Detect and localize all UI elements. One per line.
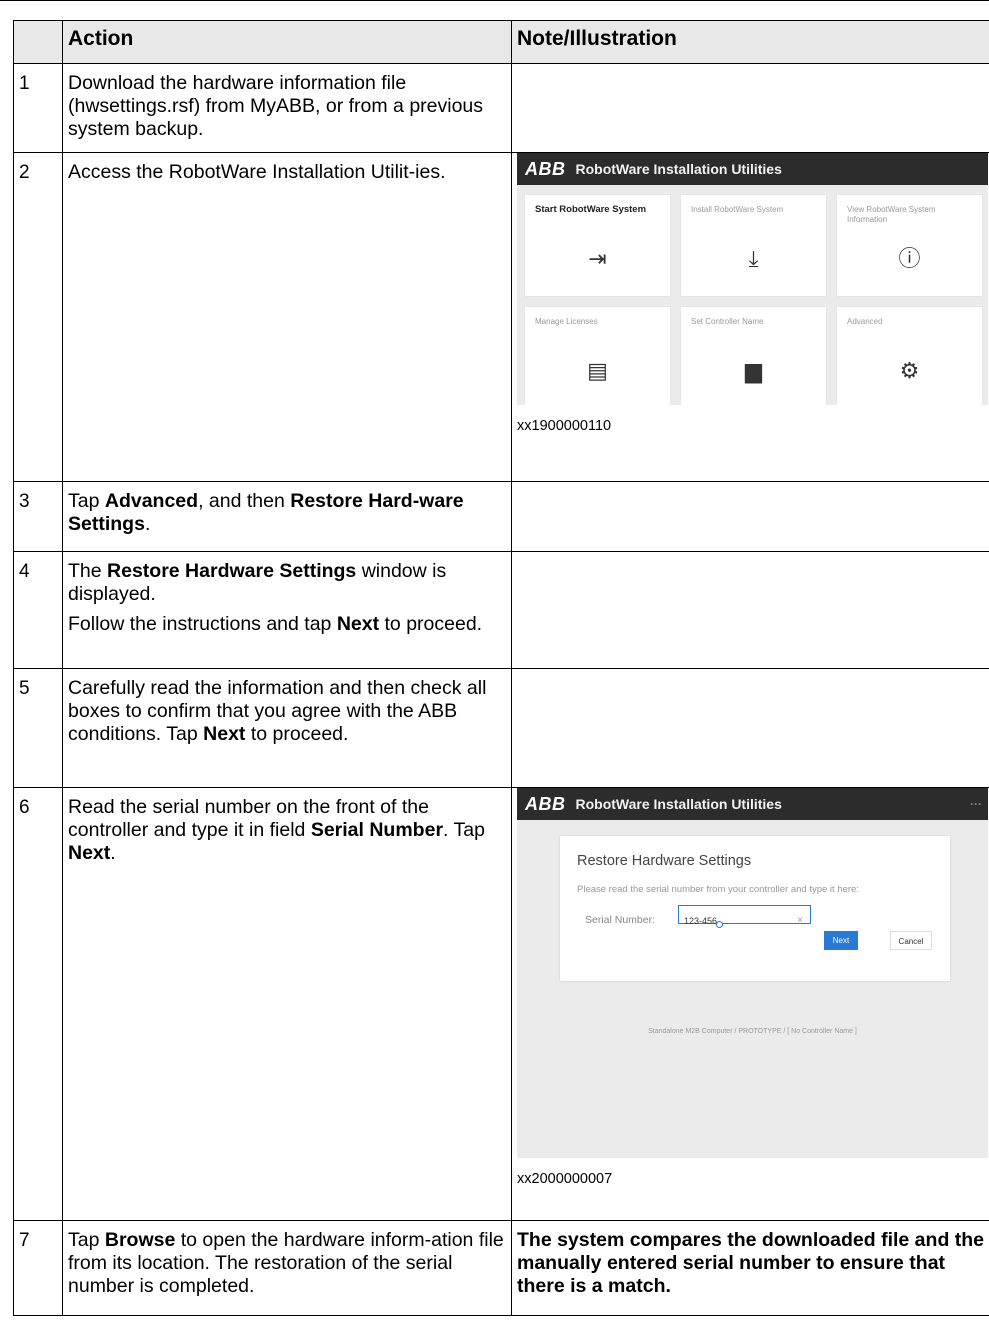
serial-number-field[interactable]: 123-456 × [678,905,811,928]
cancel-button[interactable]: Cancel [890,931,932,950]
top-rule [0,0,989,1]
step-note [511,551,989,669]
body-text: The [68,560,108,582]
step-number: 2 [13,152,63,482]
header-action: Action [62,20,512,64]
license-icon: ▤ [587,358,608,383]
dialog-backdrop: Restore Hardware Settings Please read th… [517,820,988,1158]
tile-install-robotware-system[interactable]: Install RobotWare System ⤓ [681,195,826,296]
download-icon: ⤓ [748,246,759,271]
emphasis-text: Restore Hardware Settings [107,560,357,582]
app-title-bar: ABB RobotWare Installation Utilities [517,153,988,185]
body-text: . [144,513,151,535]
step-note [511,668,989,788]
step-note: ABB RobotWare Installation Utilities ···… [511,787,989,1221]
table-row: 6 Read the serial number on the front of… [13,787,989,1221]
step-note [511,481,989,552]
emphasis-text: Browse [104,1229,176,1251]
header-note: Note/Illustration [511,20,989,64]
tile-set-controller-name[interactable]: Set Controller Name ▆ [681,307,826,405]
table-header-row: Action Note/Illustration [13,20,989,64]
tile-label: Manage Licenses [535,317,598,326]
body-text: Access the RobotWare Installation Utilit… [68,161,446,183]
text-cursor-handle-icon [716,921,723,928]
body-text: Tap [68,490,105,512]
step-action: Tap Advanced, and then Restore Hard-ware… [62,481,512,552]
restore-dialog: Restore Hardware Settings Please read th… [560,836,950,981]
tile-label: Set Controller Name [691,317,764,326]
step-number: 1 [13,63,63,153]
table-row: 7 Tap Browse to open the hardware inform… [13,1220,989,1316]
figure-installation-utilities: ABB RobotWare Installation Utilities Sta… [517,153,988,405]
figure-restore-hardware-settings: ABB RobotWare Installation Utilities ···… [517,788,988,1158]
emphasis-text: Next [68,842,111,864]
step-note: The system compares the downloaded file … [511,1220,989,1316]
figure-caption: xx2000000007 [517,1171,613,1187]
gear-icon: ⚙ [899,358,920,383]
figure-caption: xx1900000110 [517,418,612,434]
abb-logo: ABB [525,793,566,814]
app-title: RobotWare Installation Utilities [575,160,782,177]
step-note: ABB RobotWare Installation Utilities Sta… [511,152,989,482]
emphasis-text: Serial Number [310,819,444,841]
app-title-bar: ABB RobotWare Installation Utilities ··· [517,788,988,820]
app-title: RobotWare Installation Utilities [575,795,782,812]
procedure-table: Action Note/Illustration 1 Download the … [13,20,989,1316]
table-row: 1 Download the hardware information file… [13,63,989,153]
step-action: Download the hardware information file (… [62,63,512,153]
tile-manage-licenses[interactable]: Manage Licenses ▤ [525,307,670,405]
table-row: 3 Tap Advanced, and then Restore Hard-wa… [13,481,989,552]
emphasis-text: Next [336,613,380,635]
body-text: . Tap [443,819,485,841]
body-text: Tap [68,1229,105,1251]
next-button[interactable]: Next [824,931,858,950]
step-note [511,63,989,153]
step-number: 6 [13,787,63,1221]
enter-icon: ⇥ [588,246,607,271]
serial-number-value: 123-456 [684,916,718,926]
step-paragraph: The Restore Hardware Settings window is … [68,560,506,606]
body-text: , and then [198,490,291,512]
tile-advanced[interactable]: Advanced ⚙ [837,307,982,405]
tile-label: View RobotWare System Information [847,205,936,224]
emphasis-text: Advanced [104,490,199,512]
clear-icon[interactable]: × [797,909,803,932]
body-text: . [110,842,116,864]
body-text: to proceed. [379,613,483,635]
step-action: Carefully read the information and then … [62,668,512,788]
step-action: Tap Browse to open the hardware inform-a… [62,1220,512,1316]
dialog-title: Restore Hardware Settings [577,853,752,869]
step-action: The Restore Hardware Settings window is … [62,551,512,669]
step-number: 3 [13,481,63,552]
table-row: 4 The Restore Hardware Settings window i… [13,551,989,669]
status-line: Standalone M2B Computer / PROTOTYPE / [ … [648,1028,857,1035]
header-num [13,20,63,64]
serial-number-label: Serial Number: [585,914,656,926]
utilities-grid: Start RobotWare System ⇥ Install RobotWar… [517,185,988,405]
step-action: Access the RobotWare Installation Utilit… [62,152,512,482]
table-row: 2 Access the RobotWare Installation Util… [13,152,989,482]
controller-icon: ▆ [745,358,762,383]
tile-label: Start RobotWare System [535,204,647,215]
body-text: to proceed. [245,723,349,745]
step-paragraph: Follow the instructions and tap Next to … [68,613,506,636]
step-number: 5 [13,668,63,788]
dialog-instruction: Please read the serial number from your … [577,884,859,895]
tile-view-system-information[interactable]: View RobotWare System Information ⓘ [837,195,982,296]
more-menu-icon[interactable]: ··· [970,793,982,816]
table-row: 5 Carefully read the information and the… [13,668,989,788]
body-text: Download the hardware information file (… [68,72,484,140]
abb-logo: ABB [525,158,566,179]
tile-label: Advanced [847,317,883,326]
step-action: Read the serial number on the front of t… [62,787,512,1221]
emphasis-text: Next [203,723,246,745]
step-number: 4 [13,551,63,669]
tile-label: Install RobotWare System [691,205,784,214]
info-icon: ⓘ [898,246,921,271]
tile-start-robotware-system[interactable]: Start RobotWare System ⇥ [525,195,670,296]
step-number: 7 [13,1220,63,1316]
body-text: Follow the instructions and tap [68,613,337,635]
